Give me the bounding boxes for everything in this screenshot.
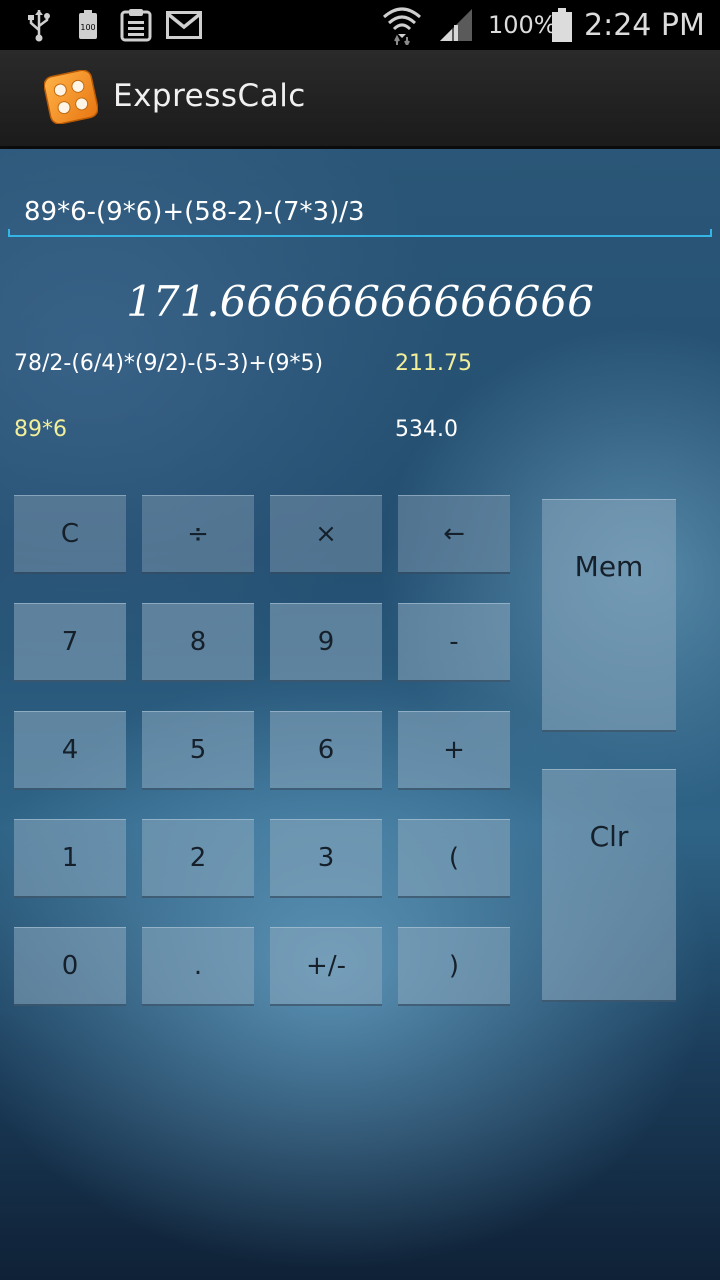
key-9-button[interactable]: 9 <box>270 603 382 682</box>
history-expression-2[interactable]: 89*6 <box>14 417 67 442</box>
key-1-button[interactable]: 1 <box>14 819 126 898</box>
clock: 2:24 PM <box>584 7 705 43</box>
key-7-button[interactable]: 7 <box>14 603 126 682</box>
battery-percent: 100% <box>488 11 557 39</box>
mem-button-label: Mem <box>574 550 644 583</box>
open-paren-button[interactable]: ( <box>398 819 510 898</box>
multiply-button[interactable]: × <box>270 495 382 574</box>
battery-small-icon: 100 <box>78 0 98 50</box>
key-5-button[interactable]: 5 <box>142 711 254 790</box>
key-8-button[interactable]: 8 <box>142 603 254 682</box>
minus-button[interactable]: - <box>398 603 510 682</box>
battery-small-label: 100 <box>80 23 95 32</box>
divide-button[interactable]: ÷ <box>142 495 254 574</box>
sign-toggle-button[interactable]: +/- <box>270 927 382 1006</box>
history-value-1[interactable]: 211.75 <box>395 351 472 376</box>
app-title: ExpressCalc <box>113 78 306 114</box>
clear-entry-button[interactable]: C <box>14 495 126 574</box>
key-0-button[interactable]: 0 <box>14 927 126 1006</box>
usb-icon <box>26 0 52 50</box>
calculator-body: 89*6-(9*6)+(58-2)-(7*3)/3 171.6666666666… <box>0 149 720 1280</box>
clr-button-label: Clr <box>589 820 629 853</box>
status-bar: 100 100% 2:24 PM <box>0 0 720 50</box>
key-4-button[interactable]: 4 <box>14 711 126 790</box>
wifi-icon <box>382 0 422 50</box>
action-bar: ExpressCalc <box>0 50 720 149</box>
signal-icon <box>438 0 474 50</box>
clr-button[interactable]: Clr <box>542 769 676 1002</box>
expression-input-text: 89*6-(9*6)+(58-2)-(7*3)/3 <box>24 197 365 227</box>
expression-input[interactable]: 89*6-(9*6)+(58-2)-(7*3)/3 <box>8 189 712 237</box>
history-value-2[interactable]: 534.0 <box>395 417 458 442</box>
close-paren-button[interactable]: ) <box>398 927 510 1006</box>
clipboard-icon <box>119 0 153 50</box>
backspace-button[interactable]: ← <box>398 495 510 574</box>
result-display: 171.66666666666666 <box>126 277 594 326</box>
history-expression-1[interactable]: 78/2-(6/4)*(9/2)-(5-3)+(9*5) <box>14 351 323 376</box>
battery-icon <box>551 0 573 50</box>
key-3-button[interactable]: 3 <box>270 819 382 898</box>
gmail-icon <box>166 0 202 50</box>
mem-button[interactable]: Mem <box>542 499 676 732</box>
plus-button[interactable]: + <box>398 711 510 790</box>
decimal-button[interactable]: . <box>142 927 254 1006</box>
key-6-button[interactable]: 6 <box>270 711 382 790</box>
key-2-button[interactable]: 2 <box>142 819 254 898</box>
calculator-app-icon[interactable] <box>43 69 99 125</box>
